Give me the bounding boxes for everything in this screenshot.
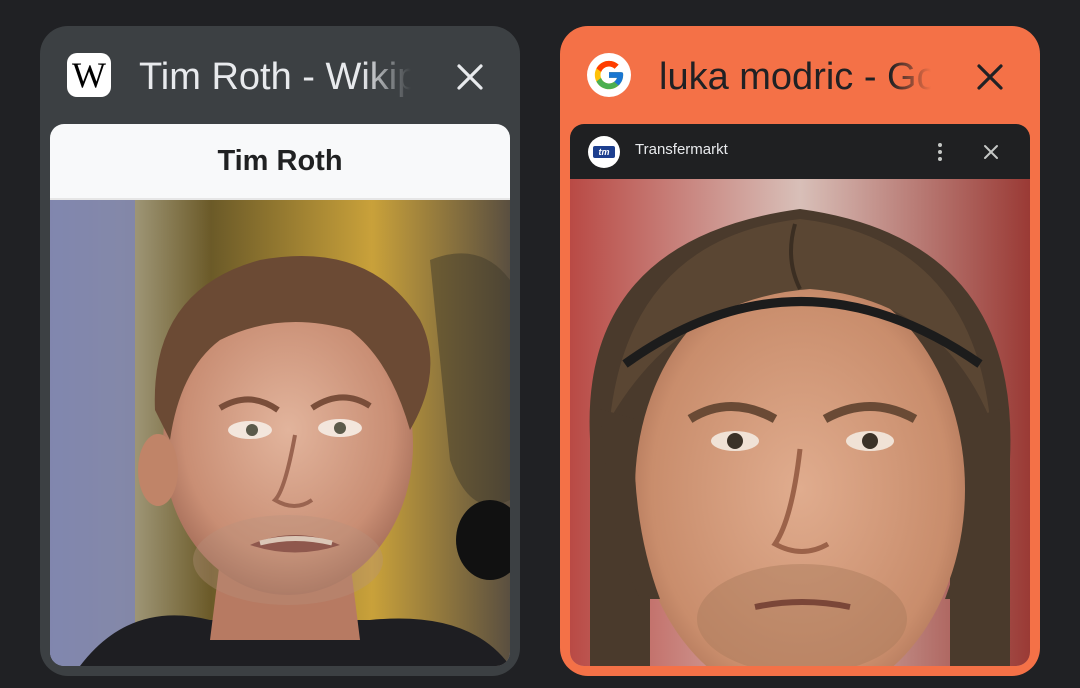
google-logo [594,60,624,90]
portrait-photo-graphic [50,200,510,666]
tab-card-header: W Tim Roth - Wikipedia [40,26,520,124]
portrait-photo [570,179,1030,666]
transfermarkt-logo-text: tm [593,146,615,158]
close-tab-button[interactable] [970,57,1010,97]
close-icon[interactable] [978,139,1004,165]
page-header: Tim Roth [50,124,510,200]
portrait-photo [50,200,510,666]
page-heading: Tim Roth [217,144,343,177]
wikipedia-logo-letter: W [72,55,106,95]
tab-thumbnail[interactable]: tm Transfermarkt [570,124,1030,666]
tab-title: luka modric - Google Search [659,56,931,98]
portrait-photo-graphic [570,179,1030,666]
tab-card-tim-roth[interactable]: W Tim Roth - Wikipedia Tim Roth [40,26,520,676]
tab-grid: W Tim Roth - Wikipedia Tim Roth [0,0,1080,688]
tab-card-luka-modric[interactable]: luka modric - Google Search tm Transferm… [560,26,1040,676]
google-icon [587,53,631,97]
tab-title: Tim Roth - Wikipedia [139,56,411,98]
more-vert-icon[interactable] [930,138,950,166]
transfermarkt-logo: tm [588,136,620,168]
close-tab-button[interactable] [450,57,490,97]
wikipedia-icon: W [67,53,111,97]
close-icon-glyph [984,145,998,159]
close-icon [457,64,483,90]
close-icon [977,64,1003,90]
custom-tab-toolbar: tm Transfermarkt [570,124,1030,179]
tab-card-header: luka modric - Google Search [560,26,1040,124]
tab-thumbnail[interactable]: Tim Roth [50,124,510,666]
site-name: Transfermarkt [635,141,728,158]
